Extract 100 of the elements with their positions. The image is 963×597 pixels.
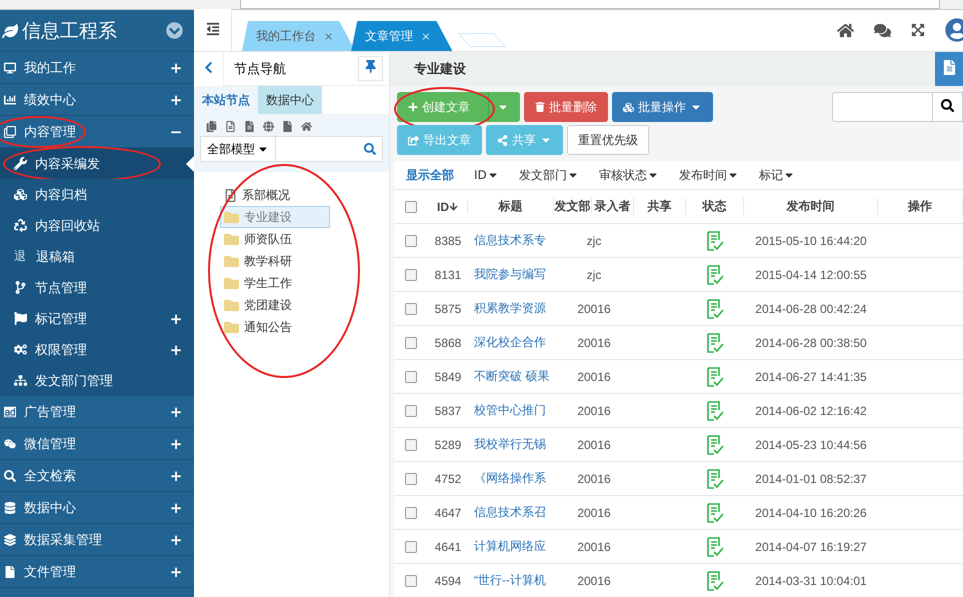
sort-down-icon[interactable] bbox=[449, 202, 458, 210]
globe-icon[interactable] bbox=[263, 121, 274, 132]
column-header[interactable]: 操作 bbox=[878, 198, 963, 215]
column-header[interactable]: 发文部 bbox=[554, 198, 592, 215]
search-field[interactable] bbox=[276, 136, 383, 162]
toggle-sign[interactable]: + bbox=[158, 434, 194, 452]
share-icon bbox=[497, 134, 508, 146]
checkbox[interactable] bbox=[405, 506, 417, 518]
sidebar-item[interactable]: 内容管理 − bbox=[0, 116, 194, 148]
toggle-sign[interactable]: + bbox=[158, 498, 194, 516]
toggle-sign[interactable]: + bbox=[158, 562, 194, 580]
document-icon[interactable] bbox=[244, 121, 255, 132]
tab[interactable]: 文章管理 × bbox=[351, 21, 452, 51]
toggle-sign[interactable]: − bbox=[158, 122, 194, 140]
title-link[interactable]: 信息技术系专 bbox=[468, 232, 554, 249]
checkbox[interactable] bbox=[405, 404, 417, 416]
sidebar-label: 广告管理 bbox=[24, 404, 76, 420]
tab[interactable]: 数据中心 bbox=[258, 86, 322, 114]
tree-item[interactable]: 系部概况 bbox=[220, 184, 330, 206]
column-header[interactable]: 标题 bbox=[468, 198, 554, 215]
toggle-sign[interactable]: + bbox=[158, 466, 194, 484]
column-header[interactable]: 状态 bbox=[686, 198, 744, 215]
filter-dropdown[interactable]: ID bbox=[474, 168, 499, 182]
filter-dropdown[interactable]: 发布时间 bbox=[678, 166, 739, 184]
address-bar[interactable] bbox=[240, 0, 940, 9]
title-link[interactable]: “世行--计算机 bbox=[468, 572, 554, 589]
title-link[interactable]: 积累教学资源 bbox=[468, 300, 554, 317]
sidebar-subitem[interactable]: 标记管理 + bbox=[0, 303, 194, 334]
action-button[interactable]: 批量删除 bbox=[524, 92, 608, 122]
title-link[interactable]: 计算机网络应 bbox=[468, 538, 554, 555]
pin-button[interactable] bbox=[358, 56, 383, 81]
toggle-sign[interactable]: + bbox=[158, 530, 194, 548]
chevron-icon[interactable] bbox=[166, 22, 183, 39]
checkbox[interactable] bbox=[405, 472, 417, 484]
toggle-sign[interactable]: + bbox=[158, 340, 194, 358]
toggle-sign[interactable]: + bbox=[158, 402, 194, 420]
home-icon[interactable] bbox=[837, 22, 854, 38]
checkbox[interactable] bbox=[405, 370, 417, 382]
tree-item[interactable]: 学生工作 bbox=[220, 272, 330, 294]
column-header[interactable]: 发布时间 bbox=[744, 198, 878, 215]
checkbox[interactable] bbox=[405, 302, 417, 314]
table-cell-text: 2015-05-10 16:44:20 bbox=[754, 234, 868, 248]
file-icon[interactable] bbox=[282, 121, 293, 132]
title-link[interactable]: 校管中心推门 bbox=[468, 402, 554, 419]
toggle-sign[interactable]: + bbox=[158, 310, 194, 328]
copy-icon[interactable] bbox=[206, 121, 217, 132]
checkbox[interactable] bbox=[405, 574, 417, 586]
monitor-icon bbox=[4, 62, 16, 74]
pin-icon bbox=[364, 60, 378, 74]
sidebar-subitem[interactable]: 内容回收站 bbox=[0, 210, 194, 241]
wrench-icon bbox=[14, 157, 27, 170]
title-link[interactable]: 不断突破 硕果 bbox=[468, 368, 554, 385]
tree-item[interactable]: 专业建设 bbox=[220, 206, 330, 228]
column-header[interactable]: ID bbox=[428, 200, 468, 214]
checkbox[interactable] bbox=[405, 234, 417, 246]
back-button[interactable] bbox=[194, 52, 224, 86]
avatar-icon[interactable] bbox=[945, 18, 963, 42]
search-field[interactable] bbox=[832, 92, 963, 122]
panel-title: 节点导航 bbox=[233, 60, 287, 78]
tree-item[interactable]: 通知公告 bbox=[220, 316, 330, 338]
title-link[interactable]: 我院参与编写 bbox=[468, 266, 554, 283]
document-button[interactable] bbox=[935, 52, 963, 86]
sidebar-subitem[interactable]: 退 退稿箱 bbox=[0, 241, 194, 272]
title-link[interactable]: 《网络操作系 bbox=[468, 470, 554, 487]
filter-dropdown[interactable]: 发文部门 bbox=[518, 166, 579, 184]
title-link[interactable]: 深化校企合作 bbox=[468, 334, 554, 351]
checkbox[interactable] bbox=[405, 268, 417, 280]
home-icon[interactable] bbox=[301, 121, 312, 132]
sidebar-label: 权限管理 bbox=[35, 342, 87, 358]
chevron-left-icon bbox=[202, 60, 215, 74]
checkbox[interactable] bbox=[405, 438, 417, 450]
column-header[interactable]: 录入者 bbox=[592, 198, 634, 215]
toggle-sign[interactable]: + bbox=[158, 90, 194, 108]
sidebar-subitem[interactable]: 权限管理 + bbox=[0, 334, 194, 365]
sidebar-subitem[interactable]: 发文部门管理 bbox=[0, 365, 194, 396]
checkbox[interactable] bbox=[405, 336, 417, 348]
model-dropdown[interactable]: 全部模型 bbox=[200, 136, 276, 162]
sidebar-subitem[interactable]: 内容归档 bbox=[0, 179, 194, 210]
filter-dropdown[interactable]: 显示全部 bbox=[406, 166, 454, 184]
tree-item[interactable]: 师资队伍 bbox=[220, 228, 330, 250]
sidebar-subitem[interactable]: 内容采编发 bbox=[0, 148, 194, 179]
gears-icon bbox=[14, 343, 27, 356]
filter-dropdown[interactable]: 审核状态 bbox=[598, 166, 659, 184]
filter-dropdown[interactable]: 标记 bbox=[758, 166, 795, 184]
column-header[interactable]: 共享 bbox=[634, 198, 686, 215]
action-button[interactable]: 批量操作 bbox=[612, 92, 713, 122]
sidebar-subitem[interactable]: 节点管理 bbox=[0, 272, 194, 303]
checkbox[interactable] bbox=[405, 200, 417, 212]
chat-icon[interactable] bbox=[874, 22, 891, 38]
action-button[interactable]: 重置优先级 bbox=[567, 125, 649, 155]
title-link[interactable]: 我校举行无锡 bbox=[468, 436, 554, 453]
toggle-sign[interactable]: + bbox=[158, 58, 194, 76]
checkbox[interactable] bbox=[405, 540, 417, 552]
menu-button[interactable] bbox=[194, 9, 232, 51]
tree-item[interactable]: 党团建设 bbox=[220, 294, 330, 316]
title-link[interactable]: 信息技术系召 bbox=[468, 504, 554, 521]
list-icon[interactable] bbox=[225, 121, 236, 132]
expand-icon[interactable] bbox=[911, 23, 925, 37]
tab[interactable]: 本站节点 bbox=[194, 86, 258, 114]
tree-item[interactable]: 教学科研 bbox=[220, 250, 330, 272]
